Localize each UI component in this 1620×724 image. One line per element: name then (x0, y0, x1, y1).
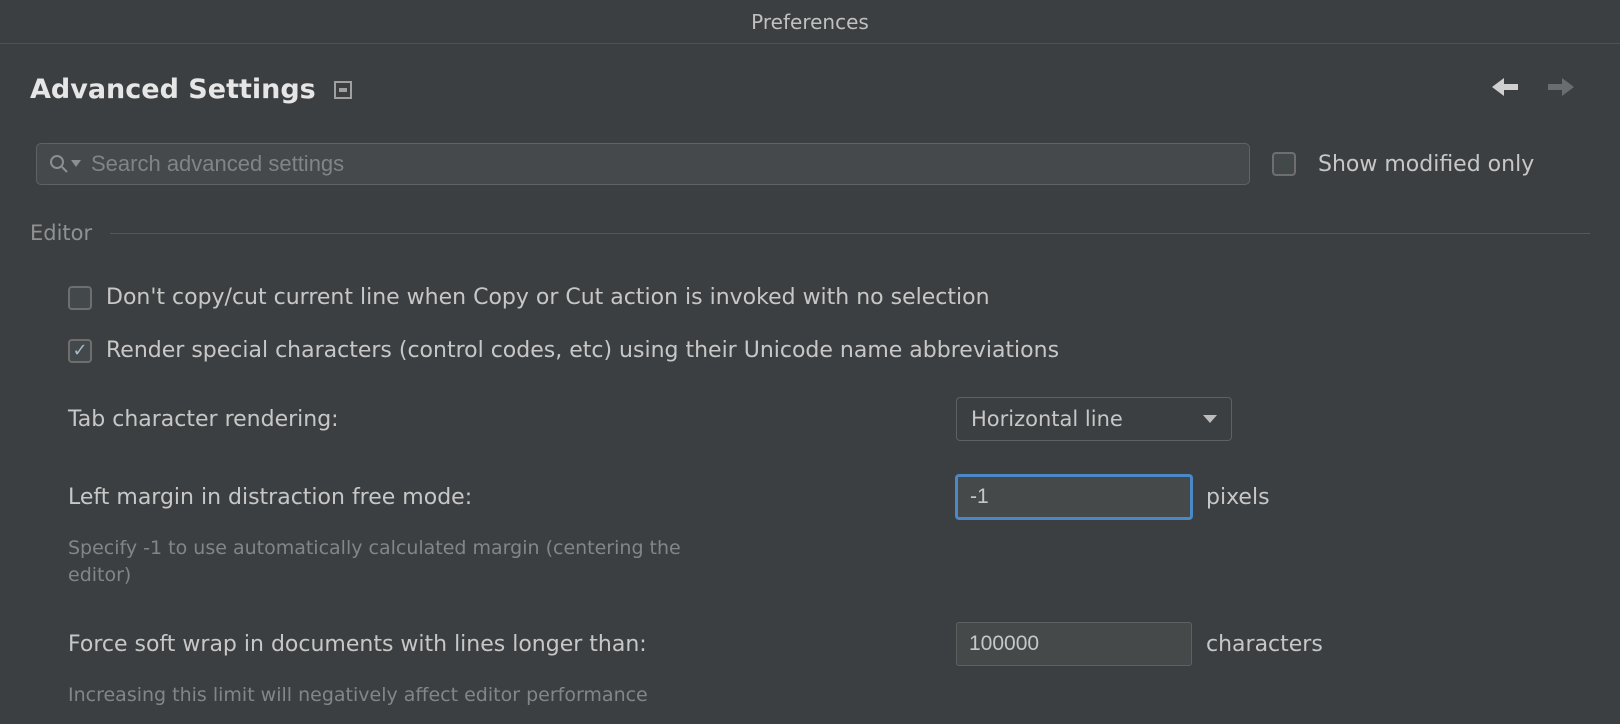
editor-section: Editor Don't copy/cut current line when … (0, 185, 1620, 709)
section-title: Editor (30, 221, 92, 245)
tab-rendering-select[interactable]: Horizontal line (956, 397, 1232, 441)
no-copy-cut-label[interactable]: Don't copy/cut current line when Copy or… (106, 285, 990, 310)
render-special-checkbox[interactable] (68, 339, 92, 363)
left-margin-input[interactable] (956, 475, 1192, 519)
left-margin-label: Left margin in distraction free mode: (68, 485, 942, 510)
window-title: Preferences (751, 10, 869, 34)
no-copy-cut-checkbox[interactable] (68, 286, 92, 310)
option-no-copy-cut: Don't copy/cut current line when Copy or… (30, 285, 1590, 310)
nav-arrows (1490, 76, 1590, 103)
search-input[interactable] (91, 151, 1237, 177)
option-soft-wrap: Force soft wrap in documents with lines … (30, 622, 1590, 666)
show-modified-checkbox[interactable] (1272, 152, 1296, 176)
search-field-wrap[interactable] (36, 143, 1250, 185)
section-divider (110, 233, 1590, 234)
render-special-label[interactable]: Render special characters (control codes… (106, 338, 1059, 363)
show-modified-label[interactable]: Show modified only (1318, 152, 1534, 177)
search-options-caret-icon[interactable] (71, 160, 81, 168)
soft-wrap-help: Increasing this limit will negatively af… (30, 666, 730, 709)
titlebar: Preferences (0, 0, 1620, 44)
soft-wrap-input[interactable] (956, 622, 1192, 666)
tab-rendering-label: Tab character rendering: (68, 407, 942, 432)
tab-rendering-value: Horizontal line (971, 407, 1203, 431)
page-title: Advanced Settings (30, 74, 316, 105)
option-tab-rendering: Tab character rendering: Horizontal line (30, 397, 1590, 441)
left-margin-unit: pixels (1206, 485, 1270, 510)
back-arrow-icon[interactable] (1490, 76, 1520, 103)
soft-wrap-label: Force soft wrap in documents with lines … (68, 632, 942, 657)
option-left-margin: Left margin in distraction free mode: pi… (30, 475, 1590, 519)
section-header: Editor (30, 221, 1590, 245)
option-render-special: Render special characters (control codes… (30, 338, 1590, 363)
search-icon (49, 154, 69, 174)
search-row: Show modified only (0, 105, 1620, 185)
chevron-down-icon (1203, 415, 1217, 423)
page-header: Advanced Settings (0, 44, 1620, 105)
left-margin-help: Specify -1 to use automatically calculat… (30, 519, 730, 588)
reset-icon[interactable] (334, 81, 352, 99)
forward-arrow-icon (1546, 76, 1576, 103)
soft-wrap-unit: characters (1206, 632, 1323, 657)
